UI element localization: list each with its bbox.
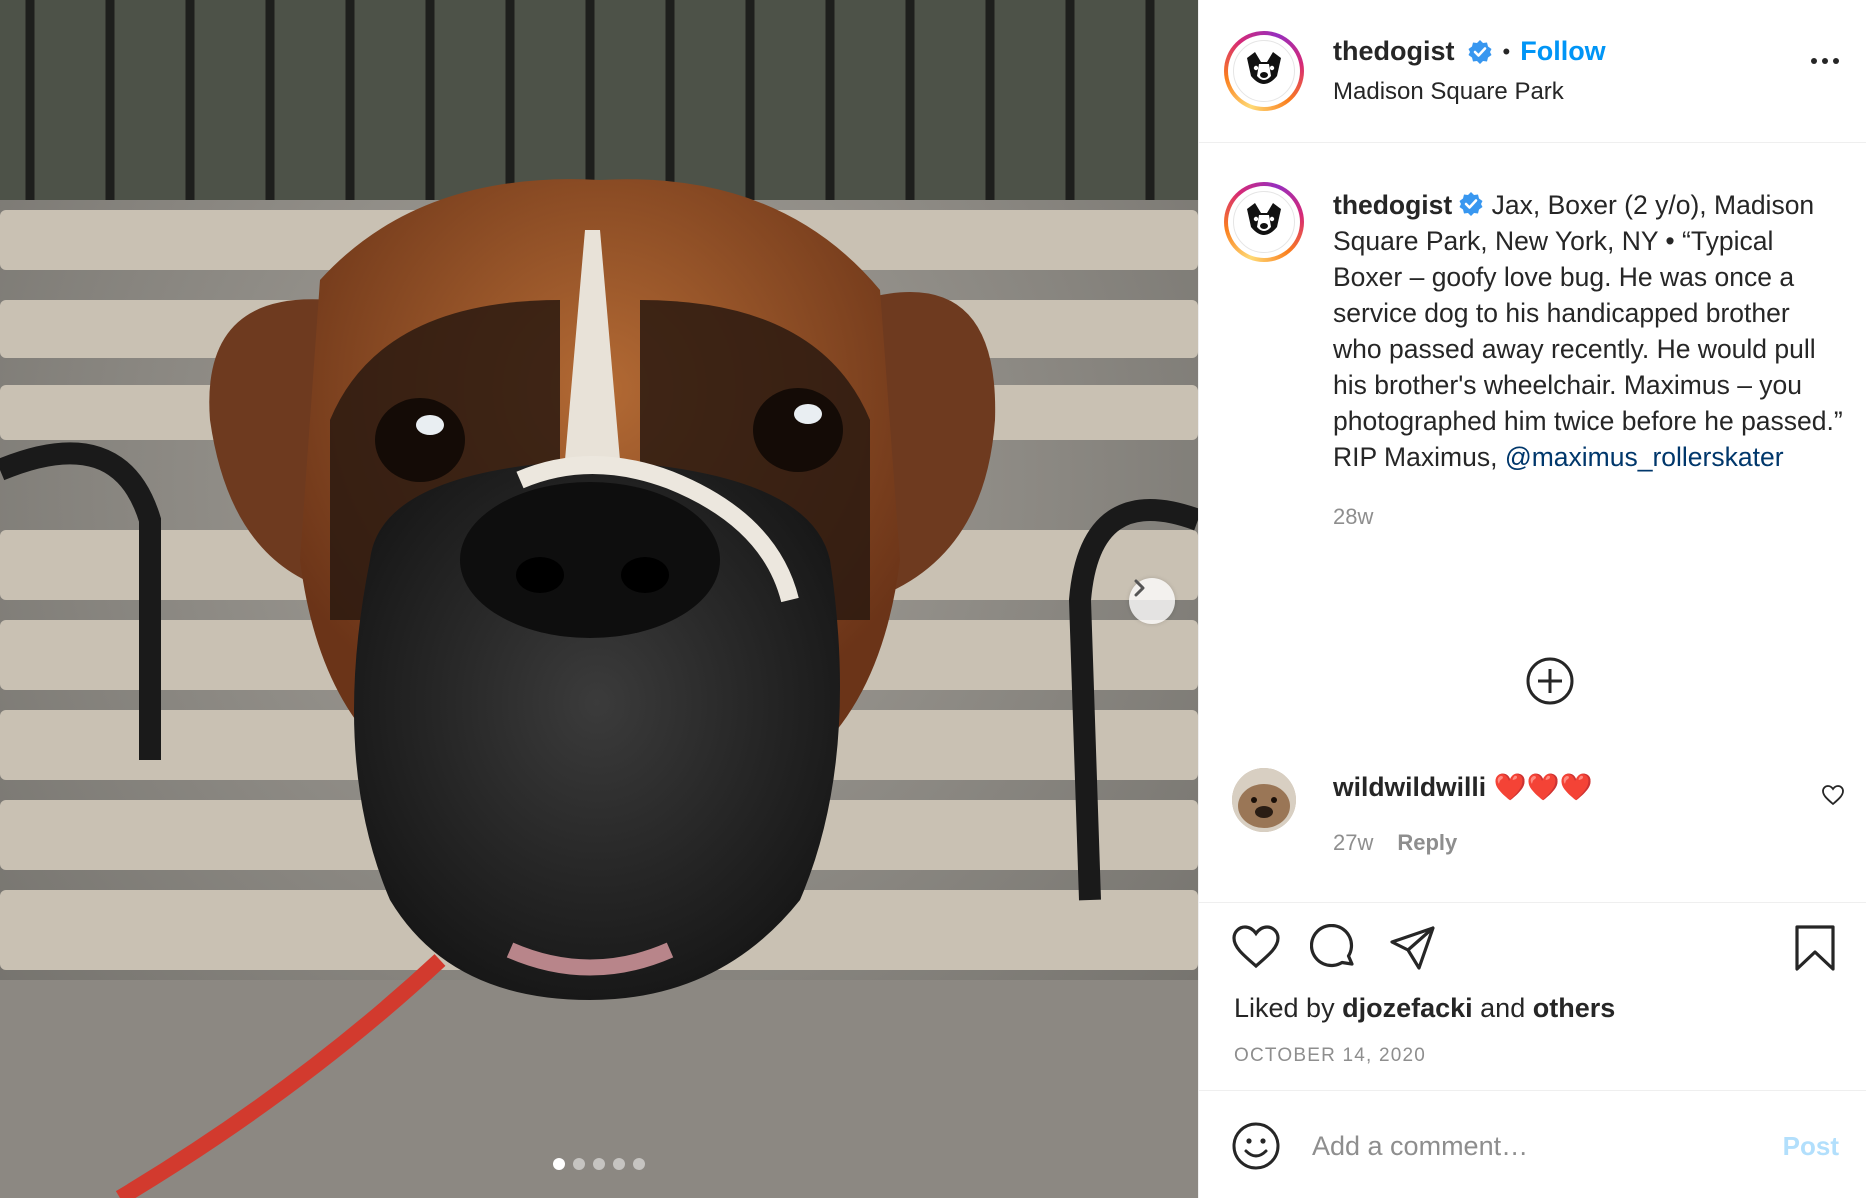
author-avatar[interactable] — [1224, 31, 1304, 111]
next-photo-button[interactable] — [1129, 578, 1175, 624]
save-button[interactable] — [1794, 924, 1836, 977]
caption-username[interactable]: thedogist — [1333, 190, 1452, 220]
post-side-panel: thedogist • Follow Madison Square Park t… — [1198, 0, 1866, 1198]
header-separator: • — [1502, 38, 1511, 64]
like-button[interactable] — [1231, 924, 1281, 975]
carousel-indicator — [553, 1158, 645, 1170]
comment-box: Post — [1199, 1090, 1866, 1198]
caption-mention[interactable]: @maximus_rollerskater — [1505, 442, 1784, 472]
carousel-dot — [633, 1158, 645, 1170]
caption-body: Jax, Boxer (2 y/o), Madison Square Park,… — [1333, 190, 1843, 472]
caption-text: thedogist Jax, Boxer (2 y/o), Madison Sq… — [1333, 187, 1843, 535]
post-header: thedogist • Follow Madison Square Park — [1199, 0, 1866, 143]
likes-prefix: Liked by — [1234, 993, 1335, 1023]
carousel-dot — [593, 1158, 605, 1170]
dog-logo-icon — [1247, 52, 1281, 84]
carousel-dot — [573, 1158, 585, 1170]
verified-icon — [1459, 192, 1483, 216]
comment-input[interactable] — [1312, 1119, 1762, 1173]
emoji-icon — [1232, 1122, 1280, 1170]
caption-time[interactable]: 28w — [1333, 499, 1843, 535]
more-icon — [1811, 58, 1817, 64]
comment-text: wildwildwilli ❤️❤️❤️ — [1333, 772, 1593, 803]
share-icon — [1390, 926, 1435, 970]
comment-meta: 27w Reply — [1333, 830, 1457, 856]
post-location[interactable]: Madison Square Park — [1333, 78, 1564, 106]
reply-button[interactable]: Reply — [1397, 830, 1457, 856]
carousel-dot — [553, 1158, 565, 1170]
post-photo[interactable] — [0, 0, 1198, 1198]
heart-icon — [1232, 925, 1280, 969]
emoji-button[interactable] — [1231, 1121, 1281, 1176]
boxer-dog-photo — [0, 0, 1198, 1198]
likes-and: and — [1480, 993, 1526, 1023]
likes-summary: Liked by djozefacki and others — [1234, 993, 1615, 1024]
bookmark-icon — [1795, 925, 1835, 971]
commenter-dog-icon — [1232, 768, 1296, 832]
dog-logo-icon — [1247, 203, 1281, 235]
share-button[interactable] — [1389, 924, 1437, 977]
load-more-comments-button[interactable] — [1525, 656, 1575, 711]
more-options-button[interactable] — [1811, 58, 1839, 64]
comment-body: ❤️❤️❤️ — [1493, 772, 1593, 802]
follow-button[interactable]: Follow — [1520, 36, 1605, 67]
caption-avatar[interactable] — [1224, 182, 1304, 262]
comment-like-button[interactable] — [1821, 784, 1845, 811]
likes-others[interactable]: others — [1533, 993, 1616, 1023]
divider — [1199, 902, 1866, 903]
action-bar — [1199, 923, 1866, 980]
comment-button[interactable] — [1309, 923, 1358, 977]
heart-icon — [1822, 785, 1844, 806]
liked-by-user[interactable]: djozefacki — [1342, 993, 1473, 1023]
add-icon — [1526, 657, 1574, 705]
comment-icon — [1309, 923, 1354, 968]
post-date[interactable]: OCTOBER 14, 2020 — [1234, 1045, 1426, 1067]
author-username[interactable]: thedogist — [1333, 36, 1455, 67]
carousel-dot — [613, 1158, 625, 1170]
post-comment-button[interactable]: Post — [1783, 1131, 1839, 1162]
commenter-avatar[interactable] — [1232, 768, 1296, 832]
chevron-right-icon — [1134, 579, 1145, 597]
comment-time[interactable]: 27w — [1333, 830, 1373, 856]
verified-icon — [1468, 39, 1491, 64]
commenter-username[interactable]: wildwildwilli — [1333, 772, 1486, 802]
